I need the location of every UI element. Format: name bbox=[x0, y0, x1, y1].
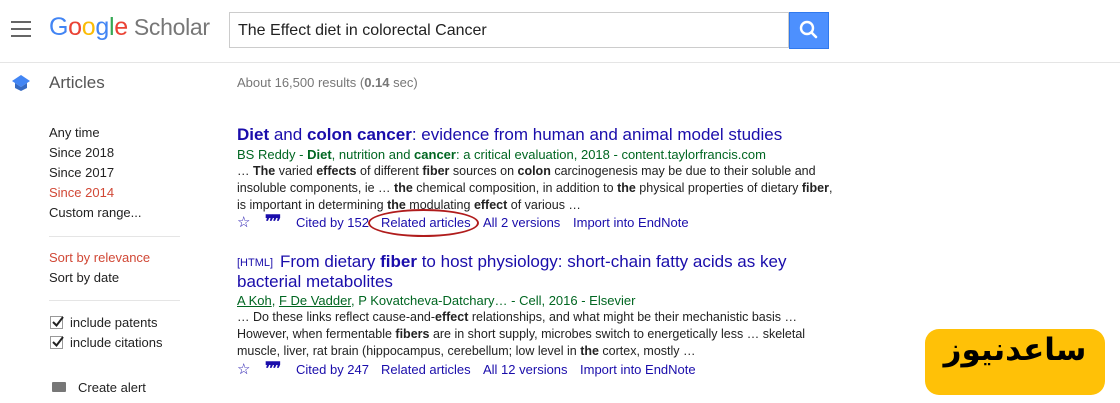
result-snippet: … Do these links reflect cause-and-effec… bbox=[237, 310, 806, 358]
filter-since-2017[interactable]: Since 2017 bbox=[49, 165, 114, 180]
filter-any-time[interactable]: Any time bbox=[49, 125, 100, 140]
create-alert-link[interactable]: Create alert bbox=[78, 380, 146, 395]
sidebar-divider bbox=[49, 236, 180, 237]
annotation-circle bbox=[368, 209, 479, 237]
cite-quote-icon[interactable]: ❞❞ bbox=[265, 212, 281, 232]
sort-by-date[interactable]: Sort by date bbox=[49, 270, 119, 285]
result-title[interactable]: Diet and colon cancer: evidence from hum… bbox=[237, 125, 782, 145]
import-endnote-link[interactable]: Import into EndNote bbox=[580, 362, 696, 377]
filter-custom-range[interactable]: Custom range... bbox=[49, 205, 142, 220]
include-citations-checkbox[interactable] bbox=[50, 336, 64, 349]
watermark-text: ساعدنیوز bbox=[943, 332, 1087, 368]
result-meta: BS Reddy - Diet, nutrition and cancer: a… bbox=[237, 147, 766, 162]
include-patents-label[interactable]: include patents bbox=[70, 315, 157, 330]
check-icon bbox=[52, 336, 64, 348]
save-star-icon[interactable]: ☆ bbox=[237, 213, 250, 231]
result-meta: A Koh, F De Vadder, P Kovatcheva-Datchar… bbox=[237, 293, 636, 308]
check-icon bbox=[52, 316, 64, 328]
cite-quote-icon[interactable]: ❞❞ bbox=[265, 359, 281, 379]
include-patents-checkbox[interactable] bbox=[50, 316, 64, 329]
filter-since-2018[interactable]: Since 2018 bbox=[49, 145, 114, 160]
related-articles-link[interactable]: Related articles bbox=[381, 362, 471, 377]
import-endnote-link[interactable]: Import into EndNote bbox=[573, 215, 689, 230]
all-versions-link[interactable]: All 2 versions bbox=[483, 215, 560, 230]
all-versions-link[interactable]: All 12 versions bbox=[483, 362, 568, 377]
articles-icon bbox=[12, 75, 30, 91]
search-icon bbox=[799, 20, 818, 39]
include-citations-label[interactable]: include citations bbox=[70, 335, 163, 350]
google-scholar-logo[interactable]: Google Scholar bbox=[49, 13, 210, 42]
envelope-icon bbox=[52, 382, 66, 392]
result-title[interactable]: From dietary fiber to host physiology: s… bbox=[237, 252, 817, 292]
sidebar-divider bbox=[49, 300, 180, 301]
menu-icon[interactable] bbox=[11, 21, 31, 37]
search-button[interactable] bbox=[789, 12, 829, 49]
section-label: Articles bbox=[49, 73, 105, 92]
results-count: About 16,500 results (0.14 sec) bbox=[237, 75, 418, 90]
cited-by-link[interactable]: Cited by 247 bbox=[296, 362, 369, 377]
search-input[interactable]: The Effect diet in colorectal Cancer bbox=[229, 12, 789, 48]
save-star-icon[interactable]: ☆ bbox=[237, 360, 250, 378]
result-snippet: … The varied effects of different fiber … bbox=[237, 164, 833, 212]
filter-since-2014[interactable]: Since 2014 bbox=[49, 185, 114, 200]
cited-by-link[interactable]: Cited by 152 bbox=[296, 215, 369, 230]
sort-by-relevance[interactable]: Sort by relevance bbox=[49, 250, 150, 265]
header-divider bbox=[0, 62, 1120, 63]
